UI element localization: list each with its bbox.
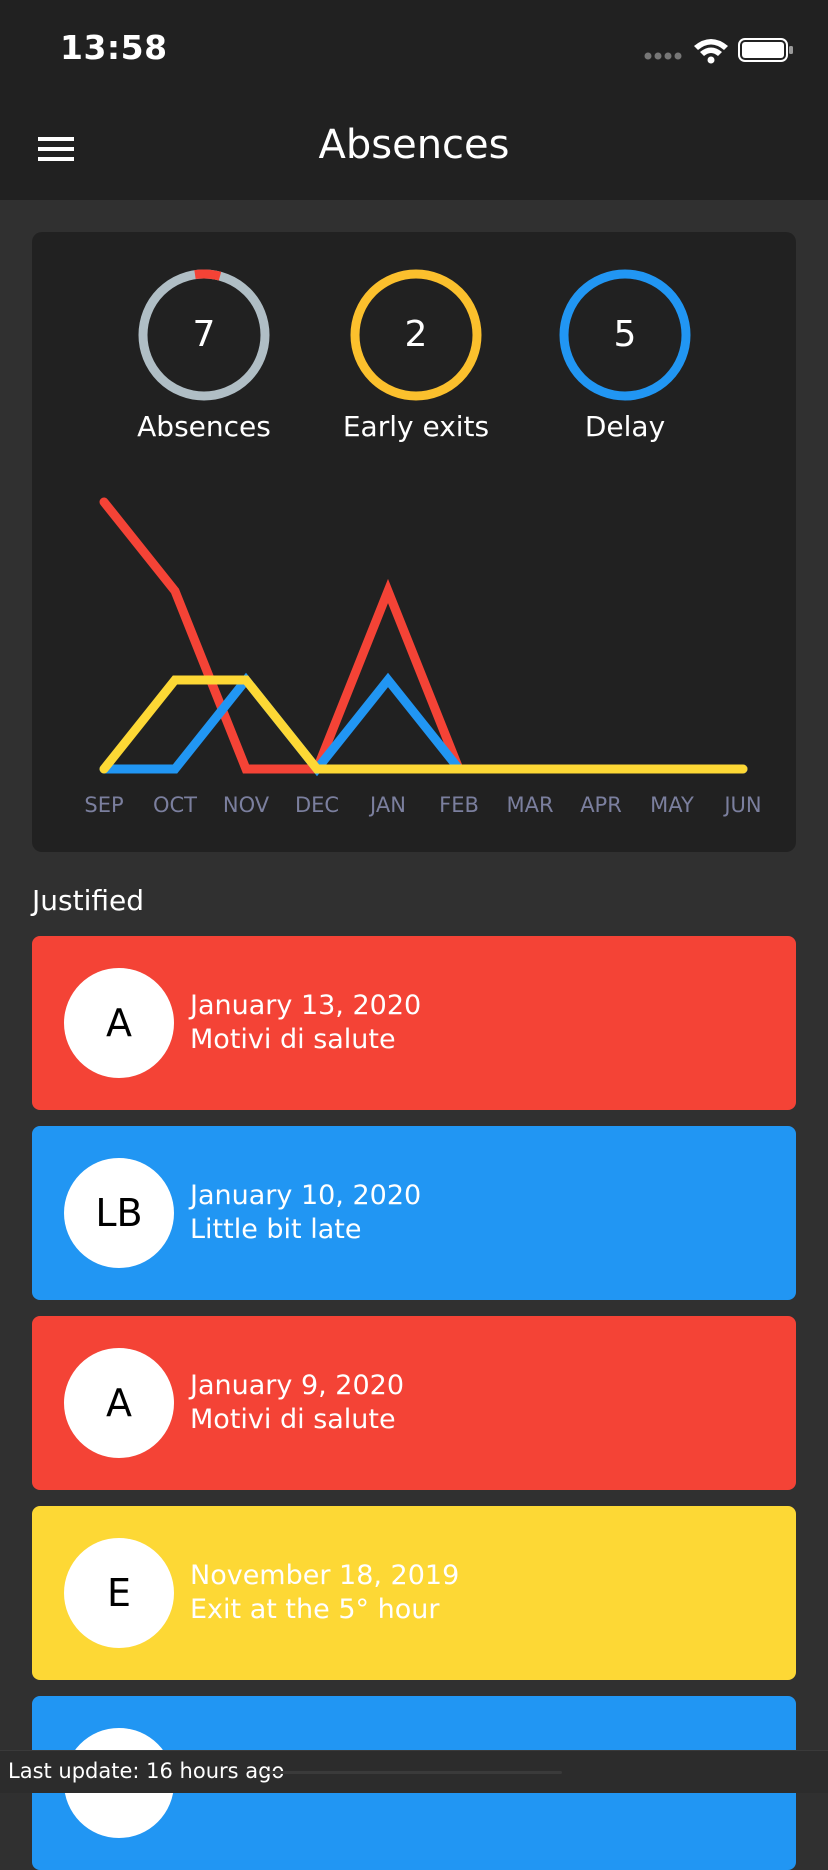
item-reason: Motivi di salute <box>190 1024 396 1055</box>
chart-tick-label: DEC <box>295 793 339 817</box>
monthly-chart: SEP OCT NOV DEC JAN FEB MAR APR MAY JUN <box>84 497 762 817</box>
chart-tick-label: OCT <box>153 793 197 817</box>
signal-icon <box>644 52 682 60</box>
avatar: LB <box>64 1158 174 1268</box>
chart-tick-label: MAY <box>650 793 694 817</box>
avatar: A <box>64 968 174 1078</box>
chart-series-line-1 <box>99 672 748 777</box>
item-reason: Motivi di salute <box>190 1404 396 1435</box>
item-reason: Exit at the 5° hour <box>190 1594 440 1625</box>
home-indicator <box>262 1771 562 1774</box>
chart-tick-label: APR <box>580 793 622 817</box>
avatar: E <box>64 1538 174 1648</box>
list-item[interactable]: A January 13, 2020 Motivi di salute <box>32 936 796 1110</box>
item-reason: Little bit late <box>190 1214 362 1245</box>
item-date: January 9, 2020 <box>190 1370 404 1401</box>
section-title-justified: Justified <box>32 884 144 917</box>
avatar: A <box>64 1348 174 1458</box>
list-item[interactable]: E November 18, 2019 Exit at the 5° hour <box>32 1506 796 1680</box>
chart-tick-label: JAN <box>368 793 406 817</box>
last-update-text: Last update: 16 hours ago <box>8 1759 285 1783</box>
item-date: November 18, 2019 <box>190 1560 460 1591</box>
battery-icon <box>738 38 793 62</box>
page-title: Absences <box>318 122 510 168</box>
wifi-icon <box>694 39 728 64</box>
app-bar: Absences <box>0 100 828 200</box>
list-item[interactable]: LB January 10, 2020 Little bit late <box>32 1126 796 1300</box>
chart-tick-label: JUN <box>722 793 761 817</box>
status-time: 13:58 <box>60 28 168 67</box>
chart-tick-label: FEB <box>439 793 479 817</box>
chart-tick-label: SEP <box>84 793 123 817</box>
item-date: January 10, 2020 <box>190 1180 422 1211</box>
footer: Last update: 16 hours ago <box>0 1750 828 1793</box>
item-date: January 13, 2020 <box>190 990 422 1021</box>
status-icons <box>644 38 793 64</box>
status-bar: 13:58 <box>0 0 828 100</box>
chart-tick-label: MAR <box>506 793 553 817</box>
chart-tick-label: NOV <box>223 793 270 817</box>
list-item[interactable]: A January 9, 2020 Motivi di salute <box>32 1316 796 1490</box>
stats-card: 7 Absences 2 Early exits 5 Delay SEP OCT N… <box>32 232 796 852</box>
